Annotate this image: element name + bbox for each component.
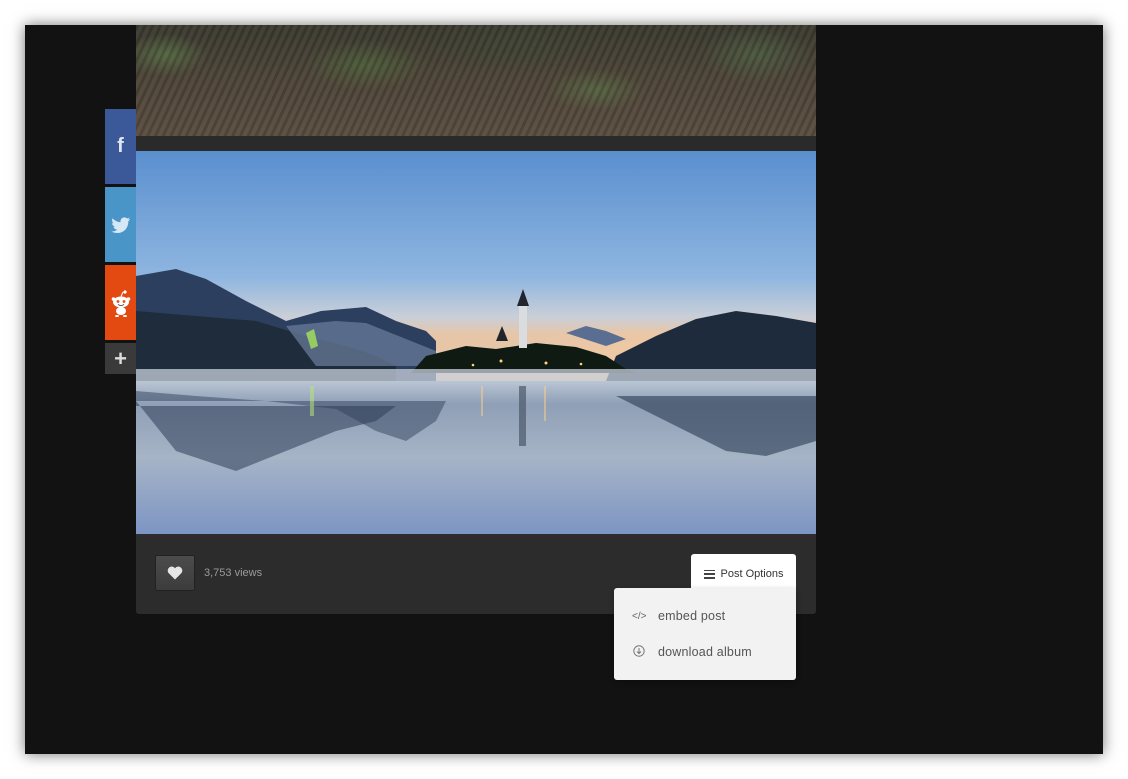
forest-image [136,25,816,136]
code-icon: </> [632,610,647,622]
embed-post-label: embed post [658,609,726,623]
app-window: 3,753 views Post Options </> embed post … [25,25,1103,754]
download-album-item[interactable]: download album [614,634,796,670]
embed-post-item[interactable]: </> embed post [614,598,796,634]
twitter-share-button[interactable] [105,187,136,262]
image-separator [136,136,816,151]
facebook-icon: f [117,135,124,157]
heart-icon [167,566,183,580]
plus-icon: + [114,345,127,371]
more-share-button[interactable]: + [105,343,136,374]
post-options-dropdown: </> embed post download album [614,588,796,680]
lake-image [136,151,816,534]
like-button[interactable] [155,555,195,591]
reddit-icon [111,289,130,317]
menu-icon [703,569,715,579]
download-icon [632,644,646,660]
download-album-label: download album [658,645,752,659]
reddit-share-button[interactable] [105,265,136,340]
view-count: 3,753 views [204,567,263,579]
facebook-share-button[interactable]: f [105,109,136,184]
post-options-label: Post Options [720,568,784,580]
twitter-icon [110,216,130,233]
